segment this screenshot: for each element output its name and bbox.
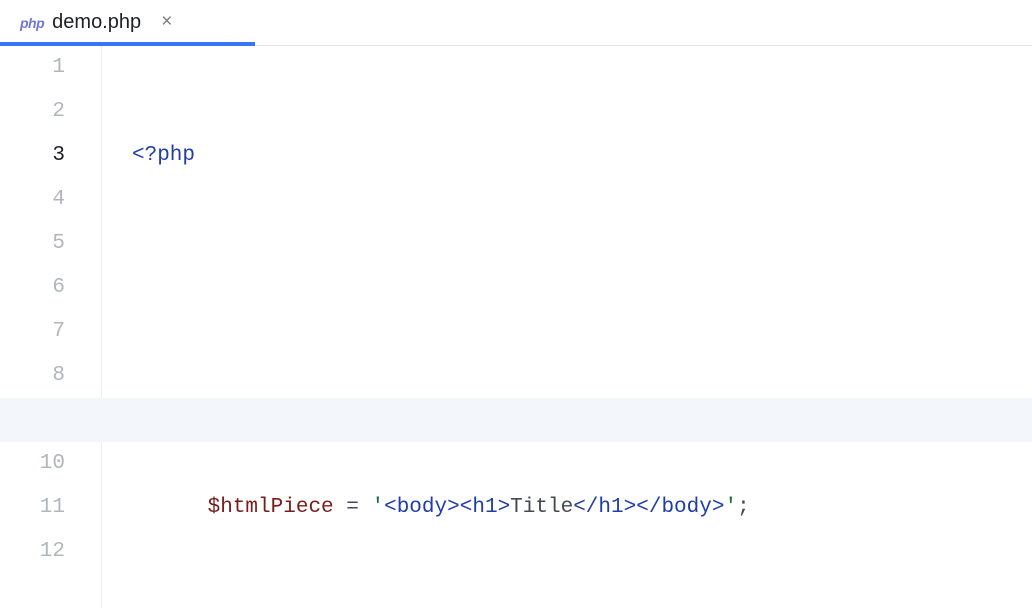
code-area[interactable]: <?php $htmlPiece = '<body><h1>Title</h1>…: [102, 46, 1032, 608]
token-html-tag: <: [384, 496, 397, 519]
token-string-quote: ': [371, 496, 384, 519]
line-number: 2: [0, 90, 65, 134]
line-number: 8: [0, 354, 65, 398]
editor-tab-demo-php[interactable]: php demo.php ×: [0, 0, 193, 45]
tab-bar: php demo.php ×: [0, 0, 1032, 46]
token-semicolon: ;: [737, 496, 750, 519]
token-text: Title: [510, 496, 573, 519]
code-line: <?php: [132, 134, 1032, 178]
code-line: [132, 266, 1032, 310]
token-php-open: <?php: [132, 144, 195, 167]
line-number: 5: [0, 222, 65, 266]
tab-filename: demo.php: [52, 11, 141, 34]
line-number: 10: [0, 442, 65, 486]
line-number: 12: [0, 530, 65, 574]
php-file-icon: php: [20, 15, 44, 31]
token-string-quote: ': [724, 496, 737, 519]
code-line-active: $htmlPiece = '<body><h1>Title</h1></body…: [132, 398, 1032, 442]
token-operator: =: [346, 496, 359, 519]
line-number-gutter: 123456789101112: [0, 46, 102, 608]
line-number: 6: [0, 266, 65, 310]
line-number: 1: [0, 46, 65, 90]
close-icon[interactable]: ×: [159, 13, 174, 32]
line-number: 7: [0, 310, 65, 354]
line-number: 11: [0, 486, 65, 530]
line-number: 3: [0, 134, 65, 178]
token-variable: $htmlPiece: [208, 496, 334, 519]
active-line-highlight: [0, 398, 1032, 442]
code-editor[interactable]: 123456789101112 <?php $htmlPiece = '<bod…: [0, 46, 1032, 608]
line-number: 4: [0, 178, 65, 222]
code-line: [132, 530, 1032, 574]
